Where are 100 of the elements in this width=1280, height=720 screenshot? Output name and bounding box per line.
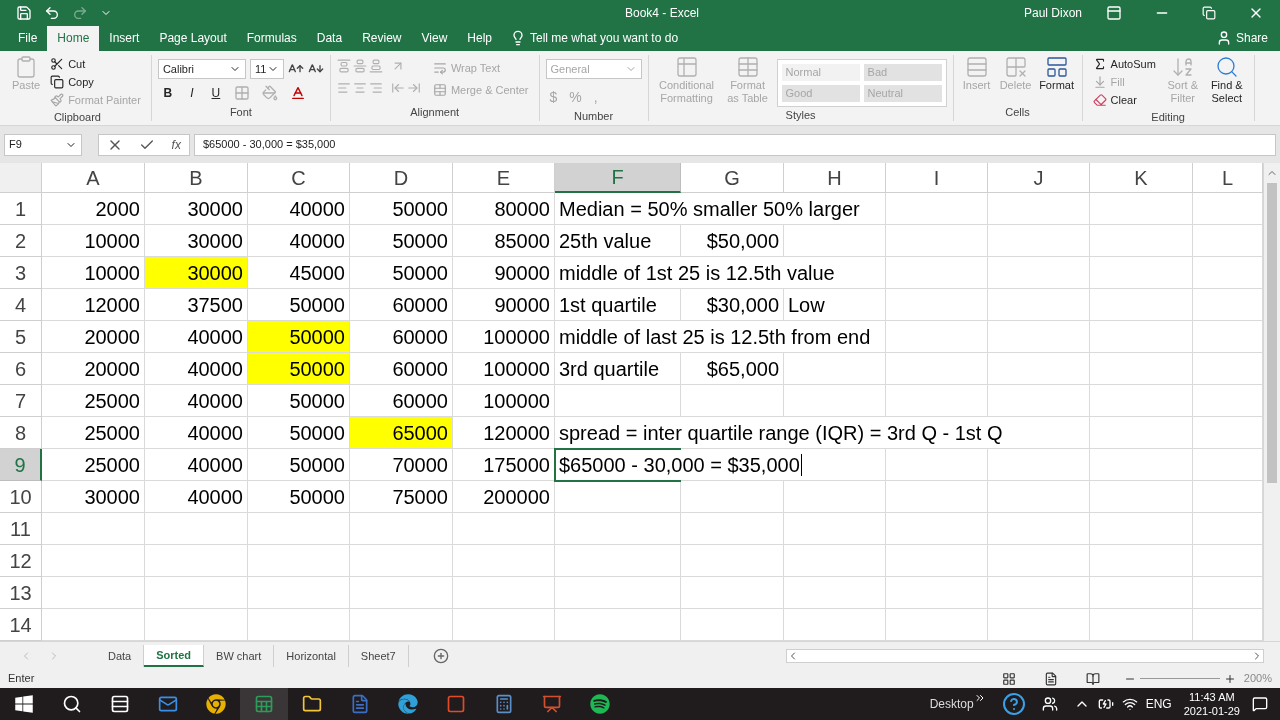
sheet-tab[interactable]: Sorted — [144, 644, 205, 667]
table-cell-text: 40000 — [186, 452, 244, 478]
language-indicator[interactable]: ENG — [1145, 695, 1172, 713]
italic-button[interactable]: I — [181, 82, 202, 103]
column-header[interactable]: D — [350, 163, 453, 194]
row-header[interactable]: 14 — [0, 609, 42, 642]
font-color-icon[interactable] — [289, 84, 306, 101]
ribbon-tab[interactable]: Help — [457, 25, 502, 51]
ribbon-icon — [1044, 54, 1069, 79]
ribbon-icon — [1003, 54, 1028, 79]
column-header[interactable]: H — [784, 163, 886, 194]
table-cell-text: 60000 — [391, 324, 449, 350]
row-header[interactable]: 10 — [0, 481, 42, 514]
cut-button[interactable]: Cut — [46, 54, 145, 73]
row-header[interactable]: 9 — [0, 449, 42, 482]
sheet-tab[interactable]: Horizontal — [274, 644, 349, 667]
column-header[interactable]: F — [555, 163, 681, 194]
user-name: Paul Dixon — [1023, 4, 1082, 22]
ribbon-icon — [406, 80, 421, 95]
undo-icon[interactable] — [44, 4, 60, 21]
row-header[interactable]: 1 — [0, 193, 42, 226]
page-break-icon[interactable] — [1085, 671, 1100, 686]
scrollbar-thumb[interactable] — [1267, 183, 1277, 484]
row-header[interactable]: 7 — [0, 385, 42, 418]
row-header[interactable]: 4 — [0, 289, 42, 322]
ribbon-tab[interactable]: File — [8, 25, 48, 51]
group-label: Clipboard — [53, 109, 101, 125]
column-header[interactable]: E — [453, 163, 555, 194]
column-header[interactable]: B — [145, 163, 248, 194]
normal-view-icon[interactable] — [1001, 671, 1016, 686]
sheet-tab[interactable]: Sheet7 — [348, 644, 409, 667]
table-cell-text: 70000 — [391, 452, 449, 478]
table-cell-text: 30000 — [186, 196, 244, 222]
format-button[interactable]: Format — [1037, 54, 1076, 92]
name-box[interactable]: F9 — [4, 133, 82, 156]
new-sheet-icon[interactable] — [432, 647, 449, 664]
ribbon-tab[interactable]: Review — [352, 25, 412, 51]
column-header[interactable]: C — [248, 163, 350, 194]
column-header[interactable]: G — [681, 163, 784, 194]
row-header[interactable]: 13 — [0, 577, 42, 610]
column-header[interactable]: A — [42, 163, 145, 194]
font-size-field[interactable]: 11 — [249, 58, 284, 79]
copy-button[interactable]: Copy — [46, 72, 145, 91]
fill-color-icon[interactable] — [261, 84, 278, 101]
autosum-button[interactable]: AutoSum — [1088, 54, 1160, 73]
table-cell-text: $30,000 — [705, 292, 780, 318]
save-icon[interactable] — [16, 4, 32, 21]
table-cell-text: 40000 — [186, 324, 244, 350]
clear-button[interactable]: Clear — [1088, 90, 1160, 109]
row-header[interactable]: 2 — [0, 225, 42, 258]
ribbon-icon — [352, 58, 367, 73]
font-name-field[interactable]: Calibri — [157, 58, 246, 79]
group-label: Alignment — [410, 105, 460, 121]
ribbon-icon — [390, 80, 405, 95]
column-header[interactable]: L — [1193, 163, 1263, 194]
tell-me-field[interactable]: Tell me what you want to do — [502, 25, 687, 51]
column-header[interactable]: J — [988, 163, 1090, 194]
row-header[interactable]: 3 — [0, 257, 42, 290]
formula-field[interactable]: $65000 - 30,000 = $35,000 — [194, 133, 1276, 156]
column-header[interactable]: I — [886, 163, 988, 194]
ribbon-tab[interactable]: View — [411, 25, 458, 51]
wifi-icon[interactable] — [1121, 696, 1138, 712]
table-cell-text: $65,000 — [705, 356, 780, 382]
row-header[interactable]: 12 — [0, 545, 42, 578]
zoom-in-icon[interactable] — [1223, 672, 1236, 685]
table-cell-text: 90000 — [493, 260, 551, 286]
ribbon-tab[interactable]: Insert — [99, 25, 150, 51]
insert-function-button[interactable]: fx — [171, 135, 181, 154]
group-label: Font — [229, 105, 252, 121]
ribbon-icon — [336, 58, 351, 73]
ribbon-tab[interactable]: Page Layout — [149, 25, 237, 51]
column-header[interactable]: K — [1090, 163, 1193, 194]
page-layout-icon[interactable] — [1043, 671, 1058, 686]
table-cell-text: 50000 — [288, 420, 346, 446]
table-cell-text: 10000 — [83, 228, 141, 254]
row-header[interactable]: 11 — [0, 513, 42, 546]
notifications-icon[interactable] — [1252, 696, 1268, 712]
row-header[interactable]: 6 — [0, 353, 42, 386]
clock-date[interactable]: 2021-01-29 — [1183, 704, 1240, 718]
underline-button[interactable]: U — [205, 82, 226, 103]
find-select-button[interactable]: Find & Select — [1205, 54, 1248, 109]
help-icon[interactable] — [1001, 692, 1026, 716]
ribbon-tab[interactable]: Data — [306, 25, 353, 51]
row-header[interactable]: 8 — [0, 417, 42, 450]
expand-icon[interactable] — [973, 692, 986, 704]
ribbon-icon — [368, 80, 383, 95]
ribbon-tab[interactable]: Formulas — [236, 25, 307, 51]
desktop-toolbar[interactable]: Desktop — [929, 695, 974, 713]
ribbon-tab[interactable]: Home — [47, 25, 100, 51]
people-icon[interactable] — [1041, 696, 1058, 712]
row-header[interactable]: 5 — [0, 321, 42, 354]
table-cell-text: 200000 — [482, 484, 551, 510]
ribbon-display-icon[interactable] — [1106, 4, 1122, 21]
clock-time[interactable]: 11:43 AM — [1189, 690, 1235, 704]
restore-icon[interactable] — [1202, 5, 1216, 20]
battery-icon[interactable] — [1097, 696, 1114, 712]
share-button[interactable]: Share — [1203, 25, 1280, 51]
table-cell-text: 120000 — [482, 420, 551, 446]
bold-button[interactable]: B — [157, 82, 178, 103]
sheet-tab[interactable]: BW chart — [204, 644, 275, 667]
